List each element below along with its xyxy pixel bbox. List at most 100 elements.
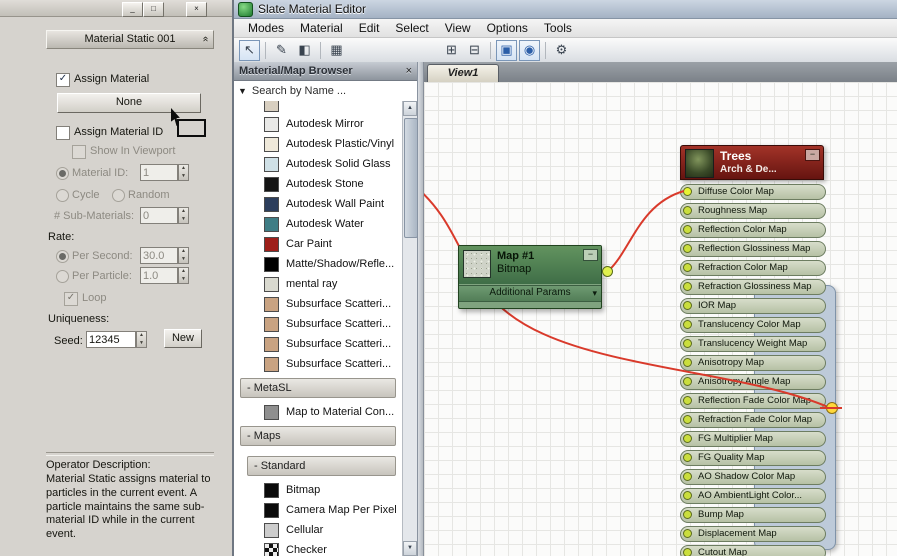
spinner-up-icon[interactable]: ▲ xyxy=(137,332,146,340)
browser-item-autodesk-plastic-vinyl[interactable]: Autodesk Plastic/Vinyl xyxy=(234,134,402,154)
cycle-radio[interactable] xyxy=(56,189,69,202)
wire-bitmap-to-diffuse[interactable] xyxy=(607,190,685,272)
slot-refraction-fade-color-map[interactable]: Refraction Fade Color Map xyxy=(680,412,826,428)
additional-params-bar[interactable]: Additional Params ▾ xyxy=(459,285,601,302)
rollout-header-material-static[interactable]: Material Static 001 « xyxy=(46,30,214,49)
assign-material-checkbox[interactable]: ✓ xyxy=(56,73,70,87)
expand-arrow-icon[interactable]: ▾ xyxy=(592,286,597,300)
spinner-up-icon[interactable]: ▲ xyxy=(179,165,188,173)
browser-item-subsurface-scatteri[interactable]: Subsurface Scatteri... xyxy=(234,294,402,314)
material-id-radio[interactable] xyxy=(56,167,69,180)
layout-children-icon[interactable]: ⊟ xyxy=(464,40,485,61)
map-input-socket-icon[interactable] xyxy=(683,358,692,367)
browser-item-autodesk-stone[interactable]: Autodesk Stone xyxy=(234,174,402,194)
browser-item-matte-shadow-refle[interactable]: Matte/Shadow/Refle... xyxy=(234,254,402,274)
slot-fg-quality-map[interactable]: FG Quality Map xyxy=(680,450,826,466)
loop-checkbox[interactable]: ✓ xyxy=(64,292,78,306)
map-input-socket-icon[interactable] xyxy=(683,529,692,538)
seed-field[interactable] xyxy=(86,331,136,348)
slot-bump-map[interactable]: Bump Map xyxy=(680,507,826,523)
menu-view[interactable]: View xyxy=(437,20,479,36)
map-input-socket-icon[interactable] xyxy=(683,225,692,234)
spinner-down-icon[interactable]: ▼ xyxy=(179,216,188,224)
map-input-socket-icon[interactable] xyxy=(683,548,692,556)
select-tool-icon[interactable]: ↖ xyxy=(239,40,260,61)
slot-fg-multiplier-map[interactable]: FG Multiplier Map xyxy=(680,431,826,447)
layout-all-icon[interactable]: ⊞ xyxy=(441,40,462,61)
menu-tools[interactable]: Tools xyxy=(536,20,580,36)
slot-reflection-fade-color-map[interactable]: Reflection Fade Color Map xyxy=(680,393,826,409)
map-input-socket-icon[interactable] xyxy=(683,187,692,196)
per-particle-spinner[interactable]: ▲ ▼ xyxy=(178,267,189,284)
filter-dropdown-icon[interactable]: ▼ xyxy=(238,86,247,96)
node-trees-header[interactable]: Trees Arch & De... − xyxy=(680,145,824,180)
map-input-socket-icon[interactable] xyxy=(683,301,692,310)
spinner-up-icon[interactable]: ▲ xyxy=(179,268,188,276)
put-to-library-icon[interactable]: ▦ xyxy=(326,40,347,61)
assign-material-to-selection-icon[interactable]: ◧ xyxy=(294,40,315,61)
map-input-socket-icon[interactable] xyxy=(683,453,692,462)
collapse-node-icon[interactable]: − xyxy=(583,249,598,261)
map-input-socket-icon[interactable] xyxy=(683,434,692,443)
close-icon[interactable]: × xyxy=(406,65,412,77)
browser-item-camera-map-per-pixel[interactable]: Camera Map Per Pixel xyxy=(234,500,402,520)
spinner-up-icon[interactable]: ▲ xyxy=(179,208,188,216)
sub-materials-spinner[interactable]: ▲ ▼ xyxy=(178,207,189,224)
slot-roughness-map[interactable]: Roughness Map xyxy=(680,203,826,219)
browser-group-maps[interactable]: - Maps xyxy=(240,426,396,446)
map-input-socket-icon[interactable] xyxy=(683,377,692,386)
options-gear-icon[interactable]: ⚙ xyxy=(551,40,572,61)
show-end-result-icon[interactable]: ◉ xyxy=(519,40,540,61)
per-second-radio[interactable] xyxy=(56,250,69,263)
browser-header[interactable]: Material/Map Browser × xyxy=(234,62,417,81)
per-second-spinner[interactable]: ▲ ▼ xyxy=(178,247,189,264)
menu-select[interactable]: Select xyxy=(387,20,436,36)
map-input-socket-icon[interactable] xyxy=(683,510,692,519)
node-canvas[interactable]: Map #1 Bitmap − Additional Params ▾ Tree… xyxy=(424,82,897,556)
browser-item-subsurface-scatteri[interactable]: Subsurface Scatteri... xyxy=(234,314,402,334)
slot-displacement-map[interactable]: Displacement Map xyxy=(680,526,826,542)
browser-item-mental-ray[interactable]: mental ray xyxy=(234,274,402,294)
menu-options[interactable]: Options xyxy=(479,20,536,36)
slot-refraction-glossiness-map[interactable]: Refraction Glossiness Map xyxy=(680,279,826,295)
sub-materials-field[interactable] xyxy=(140,207,178,224)
browser-item-cellular[interactable]: Cellular xyxy=(234,520,402,540)
map-input-socket-icon[interactable] xyxy=(683,491,692,500)
browser-item-map-to-material-con[interactable]: Map to Material Con... xyxy=(234,402,402,422)
new-seed-button[interactable]: New xyxy=(164,329,202,348)
seed-spinner[interactable]: ▲ ▼ xyxy=(136,331,147,348)
map-input-socket-icon[interactable] xyxy=(683,472,692,481)
browser-item-bitmap[interactable]: Bitmap xyxy=(234,480,402,500)
browser-scrollbar[interactable]: ▲ ▼ xyxy=(402,101,418,556)
map-input-socket-icon[interactable] xyxy=(683,244,692,253)
minimize-button[interactable]: _ xyxy=(122,2,143,17)
spinner-up-icon[interactable]: ▲ xyxy=(179,248,188,256)
browser-item-autodesk-solid-glass[interactable]: Autodesk Solid Glass xyxy=(234,154,402,174)
browser-group-metasl[interactable]: - MetaSL xyxy=(240,378,396,398)
slot-diffuse-color-map[interactable]: Diffuse Color Map xyxy=(680,184,826,200)
menu-material[interactable]: Material xyxy=(292,20,351,36)
slot-translucency-color-map[interactable]: Translucency Color Map xyxy=(680,317,826,333)
browser-item-autodesk-water[interactable]: Autodesk Water xyxy=(234,214,402,234)
random-radio[interactable] xyxy=(112,189,125,202)
per-particle-field[interactable] xyxy=(140,267,178,284)
show-shaded-material-in-viewport-icon[interactable]: ▣ xyxy=(496,40,517,61)
scroll-up-icon[interactable]: ▲ xyxy=(403,101,417,116)
menu-modes[interactable]: Modes xyxy=(240,20,292,36)
slot-translucency-weight-map[interactable]: Translucency Weight Map xyxy=(680,336,826,352)
browser-group-standard[interactable]: - Standard xyxy=(247,456,396,476)
close-button[interactable]: × xyxy=(186,2,207,17)
per-second-field[interactable] xyxy=(140,247,178,264)
browser-item-partial[interactable] xyxy=(234,101,402,114)
browser-item-subsurface-scatteri[interactable]: Subsurface Scatteri... xyxy=(234,334,402,354)
slot-refraction-color-map[interactable]: Refraction Color Map xyxy=(680,260,826,276)
per-particle-radio[interactable] xyxy=(56,270,69,283)
maximize-button[interactable]: □ xyxy=(143,2,164,17)
left-window-titlebar[interactable]: _ □ × xyxy=(0,0,232,17)
assign-material-id-checkbox[interactable] xyxy=(56,126,70,140)
browser-item-car-paint[interactable]: Car Paint xyxy=(234,234,402,254)
browser-item-checker[interactable]: Checker xyxy=(234,540,402,556)
spinner-down-icon[interactable]: ▼ xyxy=(179,276,188,284)
spinner-down-icon[interactable]: ▼ xyxy=(179,173,188,181)
bitmap-output-socket[interactable] xyxy=(602,266,613,277)
